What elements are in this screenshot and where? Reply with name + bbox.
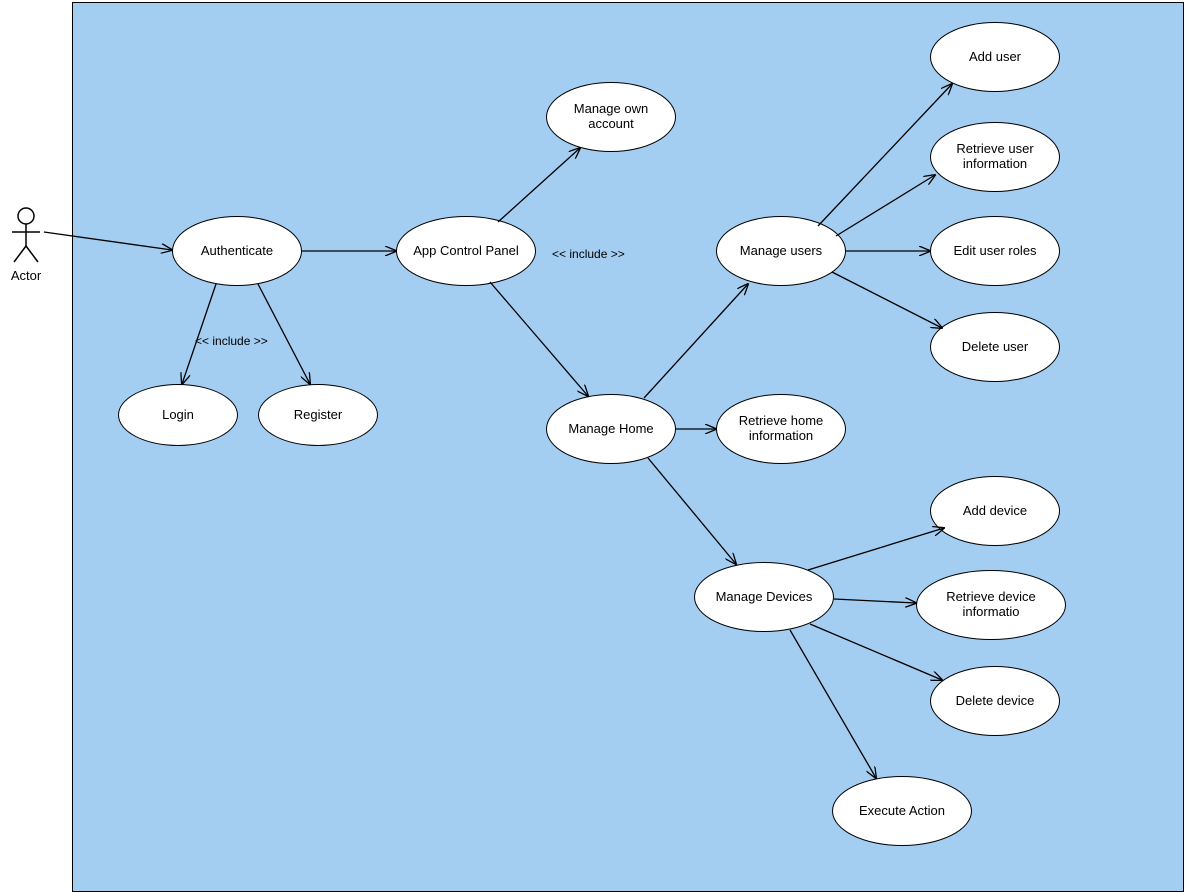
usecase-retrieve-user-info: Retrieve user information [930,122,1060,192]
usecase-app-control-panel: App Control Panel [396,216,536,286]
use-case-diagram: Actor Authenticate Login Register App Co… [0,0,1185,892]
usecase-manage-home: Manage Home [546,394,676,464]
usecase-execute-action: Execute Action [832,776,972,846]
usecase-manage-own-account: Manage own account [546,82,676,152]
usecase-add-device: Add device [930,476,1060,546]
actor-label: Actor [0,268,52,284]
usecase-add-user: Add user [930,22,1060,92]
usecase-manage-users: Manage users [716,216,846,286]
usecase-retrieve-home-info: Retrieve home information [716,394,846,464]
usecase-delete-device: Delete device [930,666,1060,736]
usecase-edit-user-roles: Edit user roles [930,216,1060,286]
usecase-register: Register [258,384,378,446]
include-label-panel: << include >> [552,247,625,261]
usecase-authenticate: Authenticate [172,216,302,286]
usecase-delete-user: Delete user [930,312,1060,382]
actor-icon [6,206,46,271]
usecase-login: Login [118,384,238,446]
include-label-auth: << include >> [195,334,268,348]
usecase-retrieve-device-info: Retrieve device informatio [916,570,1066,640]
usecase-manage-devices: Manage Devices [694,562,834,632]
